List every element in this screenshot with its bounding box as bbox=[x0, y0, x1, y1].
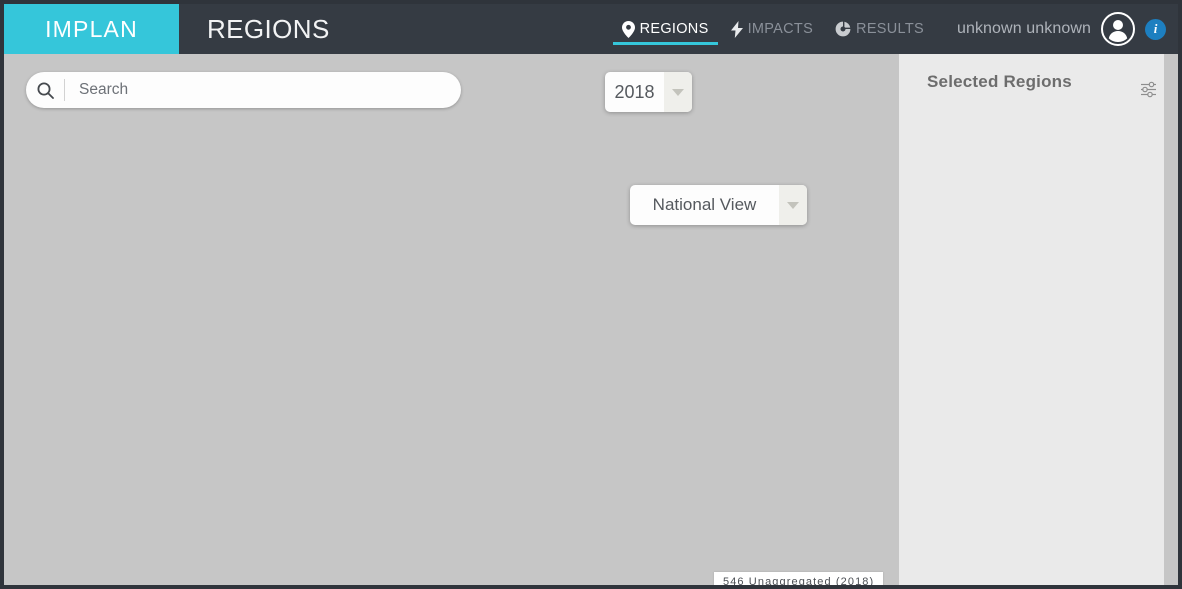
logo-text: IMPLAN bbox=[45, 15, 138, 42]
pie-chart-icon bbox=[835, 21, 851, 37]
chevron-down-icon[interactable] bbox=[664, 72, 692, 112]
region-search-box[interactable] bbox=[26, 72, 461, 108]
panel-scrollbar[interactable] bbox=[1164, 54, 1178, 585]
map-canvas[interactable]: 2018 National View 546 Unaggregated (201… bbox=[4, 54, 899, 585]
info-icon[interactable]: i bbox=[1145, 18, 1166, 40]
map-pin-icon bbox=[621, 20, 635, 38]
nav-item-regions[interactable]: REGIONS bbox=[611, 4, 720, 54]
chevron-down-icon[interactable] bbox=[779, 185, 807, 225]
header-spacer bbox=[330, 4, 611, 54]
year-dropdown-value: 2018 bbox=[614, 81, 655, 102]
application-window: IMPLAN REGIONS REGIONS IMPACTS RESULTS u… bbox=[0, 0, 1182, 589]
nav-item-impacts-label: IMPACTS bbox=[747, 21, 814, 37]
search-input[interactable] bbox=[65, 72, 461, 108]
view-mode-dropdown[interactable]: National View bbox=[630, 185, 807, 225]
user-name-label: unknown unknown bbox=[956, 20, 1091, 37]
nav-item-results[interactable]: RESULTS bbox=[824, 4, 935, 54]
status-badge: 546 Unaggregated (2018) bbox=[714, 572, 884, 585]
nav-item-regions-label: REGIONS bbox=[639, 21, 709, 37]
implan-logo[interactable]: IMPLAN bbox=[4, 4, 179, 54]
year-dropdown[interactable]: 2018 bbox=[605, 72, 692, 112]
selected-regions-panel: Selected Regions bbox=[899, 54, 1164, 585]
nav-item-results-label: RESULTS bbox=[856, 21, 924, 37]
view-mode-dropdown-value: National View bbox=[652, 195, 757, 214]
page-title: REGIONS bbox=[207, 13, 330, 44]
selected-regions-title: Selected Regions bbox=[927, 72, 1072, 91]
top-header-bar: IMPLAN REGIONS REGIONS IMPACTS RESULTS u… bbox=[4, 4, 1178, 54]
search-icon[interactable] bbox=[26, 82, 64, 99]
main-navigation: REGIONS IMPACTS RESULTS bbox=[611, 4, 935, 54]
sliders-icon[interactable] bbox=[1140, 81, 1157, 98]
content-area: 2018 National View 546 Unaggregated (201… bbox=[4, 54, 1178, 585]
nav-item-impacts[interactable]: IMPACTS bbox=[720, 4, 824, 54]
user-avatar-icon[interactable] bbox=[1101, 12, 1135, 46]
user-menu[interactable]: unknown unknown i bbox=[935, 4, 1178, 54]
lightning-bolt-icon bbox=[730, 20, 743, 38]
